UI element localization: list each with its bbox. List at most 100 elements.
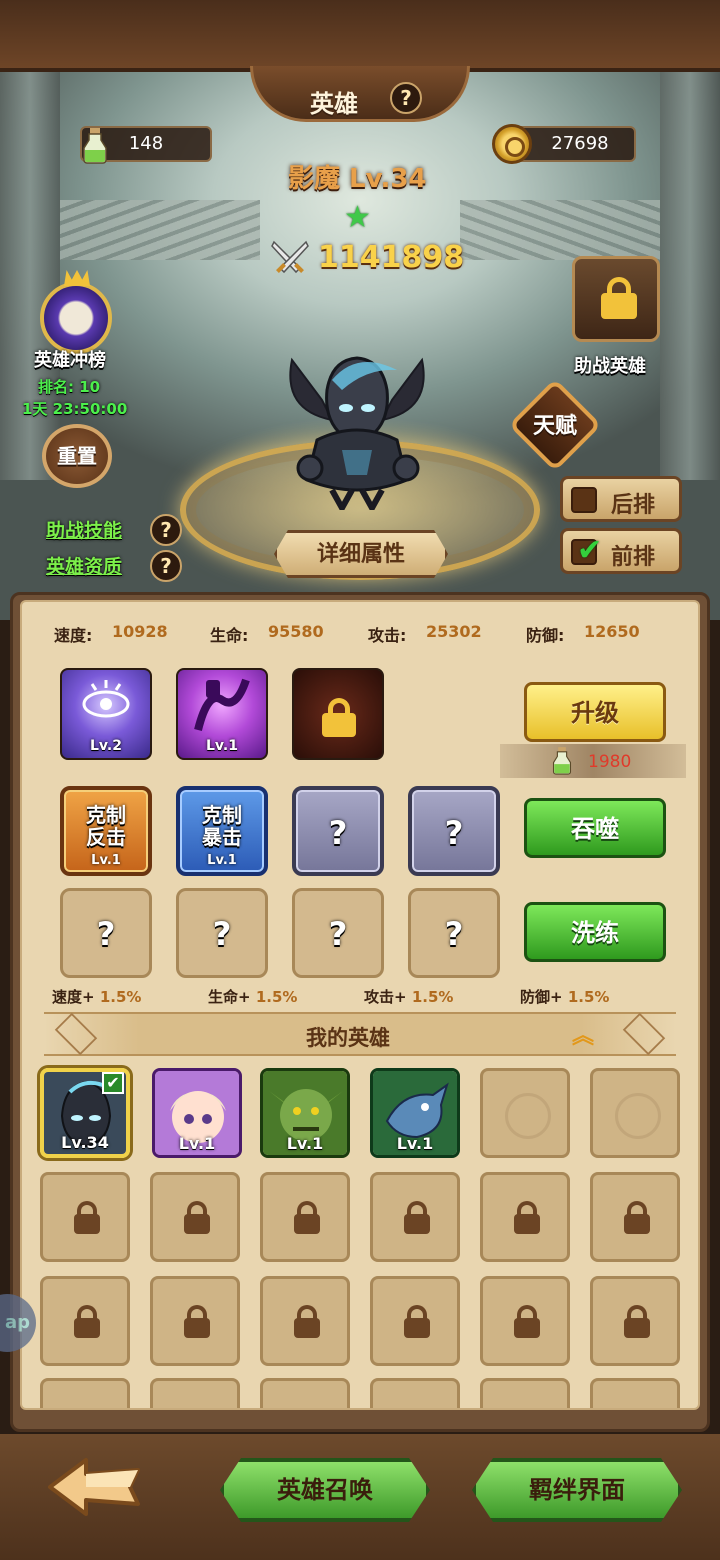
stat-value-attack: 25302: [426, 622, 482, 641]
bonus-value: 1.5%: [255, 988, 298, 1006]
hall-staircase: [460, 200, 660, 260]
skill-level: Lv.2: [90, 738, 122, 754]
hero-slot-locked[interactable]: [590, 1276, 680, 1366]
devour-button[interactable]: 吞噬: [524, 798, 666, 858]
upgrade-button[interactable]: 升级: [524, 682, 666, 742]
question-mark-icon: ?: [212, 915, 232, 953]
top-bar: [0, 0, 720, 72]
hero-level: Lv.1: [396, 1134, 434, 1153]
hero-slot-locked[interactable]: [150, 1276, 240, 1366]
assist-skill-link[interactable]: 助战技能: [46, 516, 122, 543]
back-row-checkbox: [571, 487, 597, 513]
question-mark-icon: ?: [328, 814, 348, 852]
hero-slot-locked[interactable]: [480, 1378, 570, 1408]
skill-slot-locked[interactable]: [292, 668, 384, 760]
front-row-toggle[interactable]: ✔ 前排: [560, 528, 682, 574]
hero-slot-locked[interactable]: [480, 1276, 570, 1366]
hero-slot-locked[interactable]: [40, 1378, 130, 1408]
rank-timer: 1天 23:50:00: [22, 400, 128, 418]
hero-level: Lv.1: [178, 1134, 216, 1153]
skill-slot-2[interactable]: Lv.1: [176, 668, 268, 760]
rune-counter-crit[interactable]: 克制 暴击 Lv.1: [176, 786, 268, 876]
hero-card[interactable]: Lv.1: [370, 1068, 460, 1158]
rune-level: Lv.1: [91, 853, 121, 868]
stat-label-defense: 防御:: [526, 626, 565, 645]
rune-empty-slot[interactable]: ?: [292, 888, 384, 978]
collapse-chevron-icon[interactable]: ︽: [572, 1018, 594, 1050]
aptitude-help-icon[interactable]: ?: [150, 550, 182, 582]
lock-icon: [624, 1305, 650, 1339]
hero-slot-empty[interactable]: [480, 1068, 570, 1158]
stat-label-speed: 速度:: [54, 626, 93, 645]
bonus-label: 防御+: [520, 988, 563, 1006]
upgrade-cost: 1980: [588, 752, 632, 772]
potion-count: 148: [128, 133, 164, 154]
question-mark-icon: ?: [328, 915, 348, 953]
hero-slot-locked[interactable]: [370, 1276, 460, 1366]
bonus-label: 攻击+: [364, 988, 407, 1006]
lock-icon: [514, 1201, 540, 1235]
stat-label-attack: 攻击:: [368, 626, 407, 645]
hero-rank-badge-icon[interactable]: [40, 282, 112, 354]
hero-summon-button[interactable]: 英雄召唤: [220, 1458, 430, 1522]
bond-interface-button[interactable]: 羁绊界面: [472, 1458, 682, 1522]
hero-slot-locked[interactable]: [260, 1172, 350, 1262]
skill-level: Lv.1: [206, 738, 238, 754]
bonus-value: 1.5%: [99, 988, 142, 1006]
lock-icon: [74, 1201, 100, 1235]
hero-level: Lv.34: [61, 1133, 109, 1152]
back-row-toggle[interactable]: 后排: [560, 476, 682, 522]
rune-unknown[interactable]: ?: [292, 786, 384, 876]
hero-slot-locked[interactable]: [590, 1172, 680, 1262]
hero-slot-locked[interactable]: [150, 1378, 240, 1408]
refine-button[interactable]: 洗练: [524, 902, 666, 962]
assist-skill-help-icon[interactable]: ?: [150, 514, 182, 546]
hero-slot-locked[interactable]: [40, 1276, 130, 1366]
lock-icon: [514, 1305, 540, 1339]
hero-screen: 英雄 ? 148 27698 影魔 Lv.34 ★ 1141898 英雄冲榜 排…: [0, 0, 720, 1560]
rune-level: Lv.1: [207, 853, 237, 868]
hero-slot-locked[interactable]: [260, 1276, 350, 1366]
hero-slot-locked[interactable]: [370, 1172, 460, 1262]
hero-card[interactable]: Lv.1: [152, 1068, 242, 1158]
help-icon[interactable]: ?: [390, 82, 422, 114]
question-mark-icon: ?: [96, 915, 116, 953]
aptitude-link[interactable]: 英雄资质: [46, 552, 122, 579]
hero-slot-locked[interactable]: [590, 1378, 680, 1408]
lock-icon: [404, 1305, 430, 1339]
detail-attributes-button[interactable]: 详细属性: [274, 530, 448, 578]
hero-name-level: 影魔 Lv.34: [288, 164, 427, 194]
hero-card[interactable]: Lv.1: [260, 1068, 350, 1158]
lock-icon: [74, 1305, 100, 1339]
rune-unknown[interactable]: ?: [408, 786, 500, 876]
lock-icon: [404, 1201, 430, 1235]
hall-staircase: [60, 200, 260, 260]
hero-slot-empty[interactable]: [590, 1068, 680, 1158]
back-arrow-icon[interactable]: [46, 1456, 142, 1518]
rune-empty-slot[interactable]: ?: [176, 888, 268, 978]
rune-empty-slot[interactable]: ?: [60, 888, 152, 978]
rune-counter-strike[interactable]: 克制 反击 Lv.1: [60, 786, 152, 876]
combat-power: 1141898: [318, 240, 465, 275]
hero-slot-locked[interactable]: [150, 1172, 240, 1262]
lock-icon: [184, 1305, 210, 1339]
bonus-value: 1.5%: [567, 988, 610, 1006]
hero-card-selected[interactable]: ✔ Lv.34: [40, 1068, 130, 1158]
hero-slot-locked[interactable]: [480, 1172, 570, 1262]
lock-icon: [294, 1201, 320, 1235]
hero-slot-locked[interactable]: [40, 1172, 130, 1262]
gold-count: 27698: [551, 133, 609, 154]
back-row-label: 后排: [611, 493, 656, 518]
assist-hero-slot[interactable]: [572, 256, 660, 342]
rune-empty-slot[interactable]: ?: [408, 888, 500, 978]
hero-character-image[interactable]: [272, 350, 442, 510]
bonus-hp: 生命+ 1.5%: [208, 986, 297, 1007]
reset-button[interactable]: 重置: [42, 424, 112, 488]
skill-slot-1[interactable]: Lv.2: [60, 668, 152, 760]
hero-slot-locked[interactable]: [370, 1378, 460, 1408]
assist-hero-label: 助战英雄: [574, 356, 646, 377]
hero-slot-locked[interactable]: [260, 1378, 350, 1408]
rune-label: 克制 反击: [86, 803, 126, 849]
stat-value-hp: 95580: [268, 622, 324, 641]
stat-value-speed: 10928: [112, 622, 168, 641]
